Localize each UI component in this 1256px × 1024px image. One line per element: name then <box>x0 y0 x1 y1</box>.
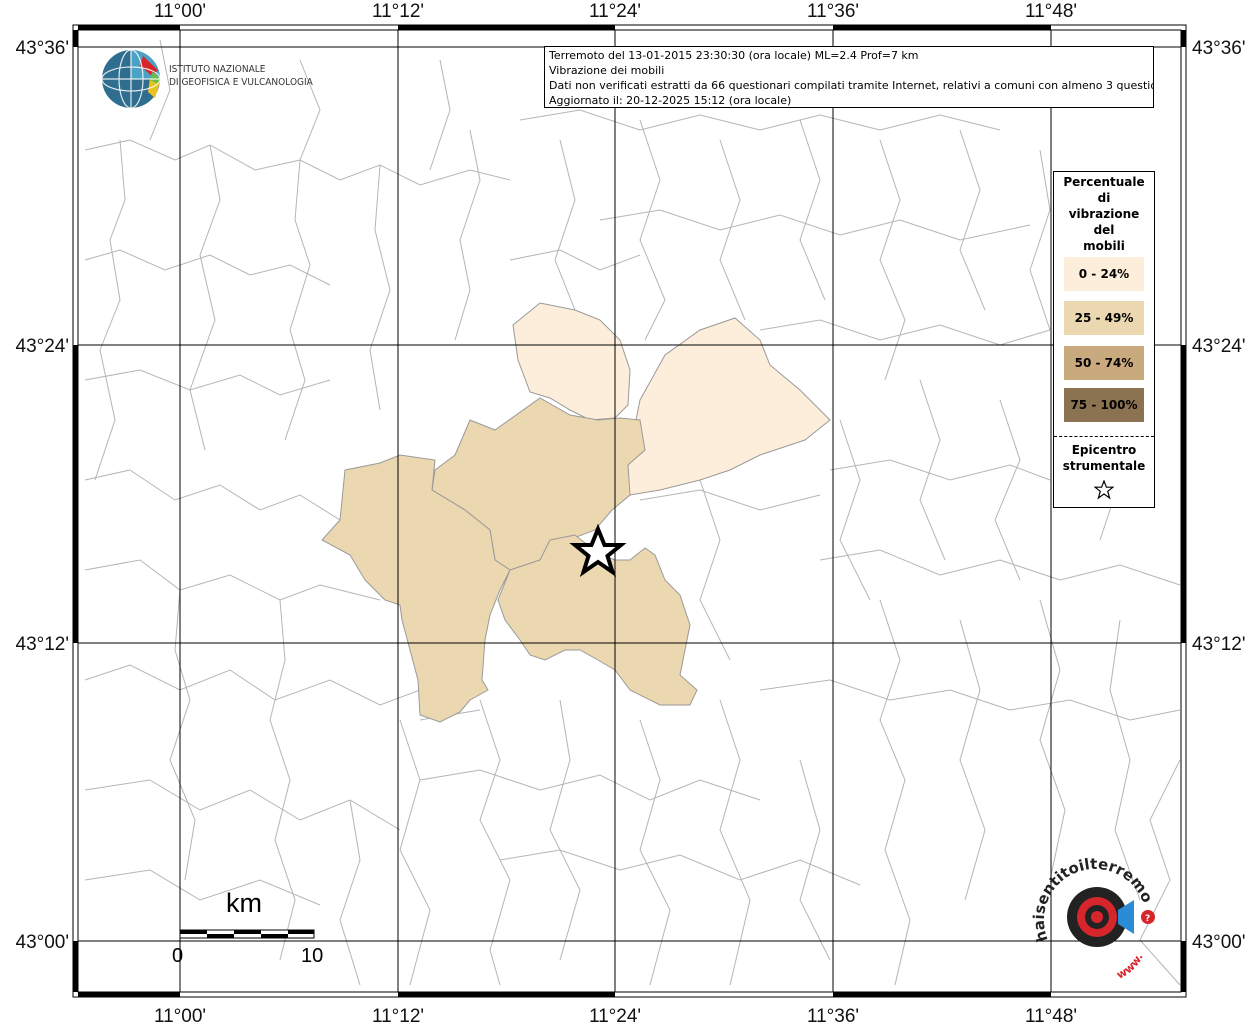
event-info-box: Terremoto del 13-01-2015 23:30:30 (ora l… <box>544 46 1154 108</box>
lat-label: 43°24' <box>1192 336 1246 357</box>
haisentito-logo: haisentitoilterremoto.it www. ? <box>1025 841 1165 984</box>
legend-epicenter-line: Epicentro <box>1071 443 1137 457</box>
lon-label: 11°00' <box>154 1006 206 1024</box>
latitude-labels-right: 43°36' 43°24' 43°12' 43°00' <box>1192 38 1246 953</box>
scale-unit-label: km <box>226 888 262 918</box>
lat-label: 43°12' <box>16 634 70 655</box>
legend-title-line: vibrazione <box>1068 207 1140 221</box>
svg-text:?: ? <box>1145 914 1150 924</box>
lat-label: 43°12' <box>1192 634 1246 655</box>
latitude-labels-left: 43°36' 43°24' 43°12' 43°00' <box>16 38 70 953</box>
ingv-name-line1: ISTITUTO NAZIONALE <box>169 64 266 75</box>
legend-title-line: Percentuale <box>1063 175 1145 189</box>
lon-label: 11°36' <box>807 1 859 22</box>
lon-label: 11°48' <box>1025 1 1077 22</box>
lon-label: 11°12' <box>372 1 424 22</box>
lat-label: 43°00' <box>1192 932 1246 953</box>
event-info-line: Vibrazione dei mobili <box>549 64 665 77</box>
scale-bar <box>179 929 315 939</box>
event-info-line: Terremoto del 13-01-2015 23:30:30 (ora l… <box>549 49 919 62</box>
legend-class-25-49: 25 - 49% <box>1064 301 1144 335</box>
haisentito-www-text: www. <box>1114 951 1145 980</box>
scale-end-label: 10 <box>301 945 324 967</box>
lon-label: 11°36' <box>807 1006 859 1024</box>
legend-epicenter-label: Epicentro strumentale <box>1054 442 1154 474</box>
legend-class-75-100: 75 - 100% <box>1064 388 1144 422</box>
legend: Percentuale di vibrazione del mobili 0 -… <box>1053 171 1155 508</box>
scale-start-label: 0 <box>172 945 184 967</box>
legend-class-0-24: 0 - 24% <box>1064 257 1144 291</box>
legend-title-line: mobili <box>1083 239 1125 253</box>
lon-label: 11°12' <box>372 1006 424 1024</box>
longitude-labels-top: 11°00' 11°12' 11°24' 11°36' 11°48' <box>154 1 1077 22</box>
map-area <box>78 30 1181 992</box>
lat-label: 43°36' <box>16 38 70 59</box>
legend-title-line: di <box>1097 191 1111 205</box>
ingv-logo <box>100 48 162 114</box>
legend-epicenter-line: strumentale <box>1062 459 1146 473</box>
ingv-logo-text: ISTITUTO NAZIONALE DI GEOFISICA E VULCAN… <box>169 63 313 89</box>
globe-icon <box>101 49 161 109</box>
lat-label: 43°24' <box>16 336 70 357</box>
legend-class-50-74: 50 - 74% <box>1064 346 1144 380</box>
longitude-labels-bottom: 11°00' 11°12' 11°24' 11°36' 11°48' <box>154 1006 1077 1024</box>
legend-star-icon <box>1094 480 1114 500</box>
legend-title-line: del <box>1093 223 1115 237</box>
event-info-line: Aggiornato il: 20-12-2025 15:12 (ora loc… <box>549 94 792 107</box>
lon-label: 11°24' <box>589 1 641 22</box>
lon-label: 11°00' <box>154 1 206 22</box>
lon-label: 11°24' <box>589 1006 641 1024</box>
lat-label: 43°00' <box>16 932 70 953</box>
legend-separator <box>1054 436 1154 437</box>
lon-label: 11°48' <box>1025 1006 1077 1024</box>
event-info-line: Dati non verificati estratti da 66 quest… <box>549 79 1154 92</box>
ingv-name-line2: DI GEOFISICA E VULCANOLOGIA <box>169 77 313 88</box>
haisentito-logo-graphic: haisentitoilterremoto.it www. ? <box>1025 841 1157 982</box>
legend-title: Percentuale di vibrazione del mobili <box>1054 172 1154 254</box>
lat-label: 43°36' <box>1192 38 1246 59</box>
